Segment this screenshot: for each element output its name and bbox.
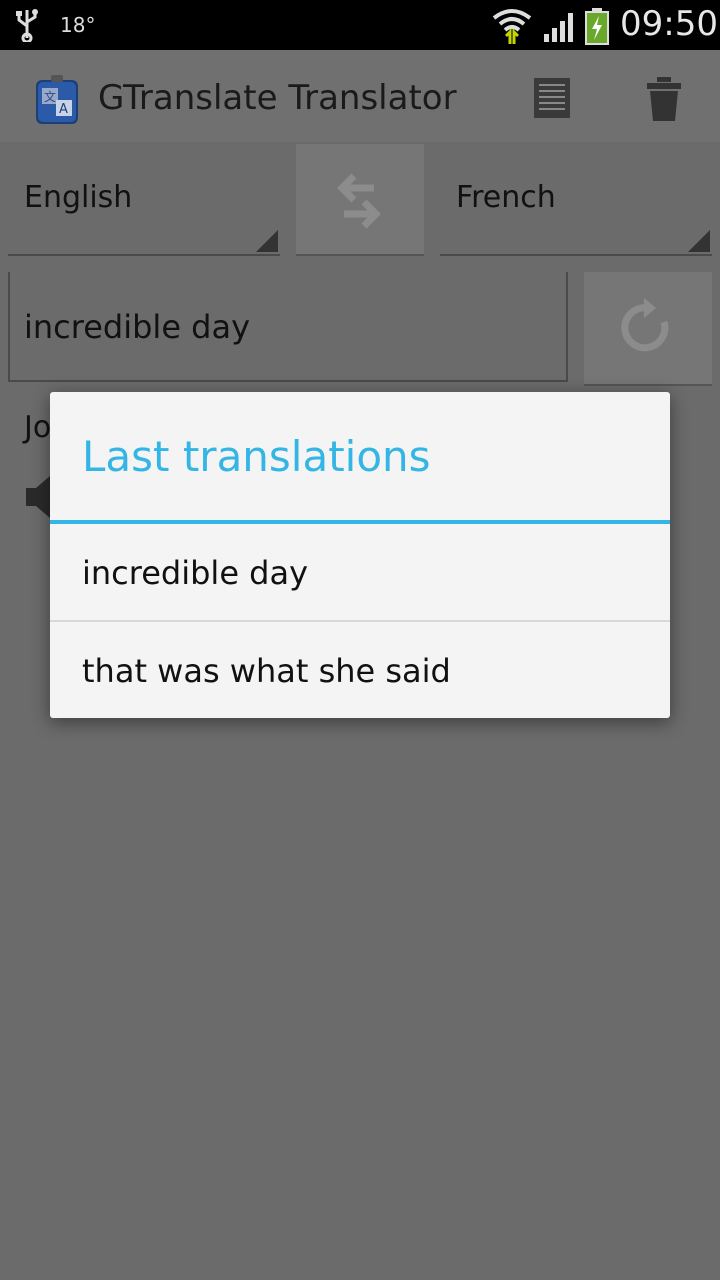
source-language-label: English (24, 180, 133, 215)
translation-input[interactable]: incredible day (8, 272, 568, 382)
list-item[interactable]: incredible day (50, 524, 670, 620)
swap-arrows-icon (337, 173, 381, 229)
dialog-title: Last translations (82, 432, 431, 481)
trash-icon[interactable] (644, 76, 684, 122)
dropdown-indicator-icon (688, 230, 710, 252)
target-language-label: French (456, 180, 556, 215)
translate-button[interactable] (584, 272, 712, 386)
input-value: incredible day (24, 308, 251, 346)
list-item-label: that was what she said (82, 652, 451, 690)
refresh-icon (621, 298, 669, 352)
screen: 18° 09:50 文 A GTranslate Translator Engl… (0, 0, 720, 1280)
list-item[interactable]: that was what she said (50, 622, 670, 718)
app-logo-icon: 文 A (36, 75, 78, 124)
translation-result: Jo (24, 410, 52, 445)
wifi-icon (492, 9, 532, 44)
status-bar: 18° 09:50 (0, 0, 720, 50)
svg-text:文: 文 (44, 89, 56, 104)
target-language-spinner[interactable]: French (440, 142, 712, 256)
history-list-icon[interactable] (530, 76, 574, 120)
battery-icon (585, 8, 609, 45)
svg-text:A: A (59, 102, 68, 117)
app-title: GTranslate Translator (98, 78, 457, 118)
dropdown-indicator-icon (256, 230, 278, 252)
source-language-spinner[interactable]: English (8, 142, 280, 256)
clock-text: 09:50 (620, 4, 718, 44)
temperature-text: 18° (60, 13, 96, 37)
action-bar: 文 A GTranslate Translator (0, 50, 720, 142)
usb-icon (16, 9, 38, 42)
swap-languages-button[interactable] (296, 144, 424, 256)
signal-icon (544, 13, 573, 42)
list-item-label: incredible day (82, 554, 309, 592)
last-translations-dialog: Last translations incredible day that wa… (50, 392, 670, 718)
